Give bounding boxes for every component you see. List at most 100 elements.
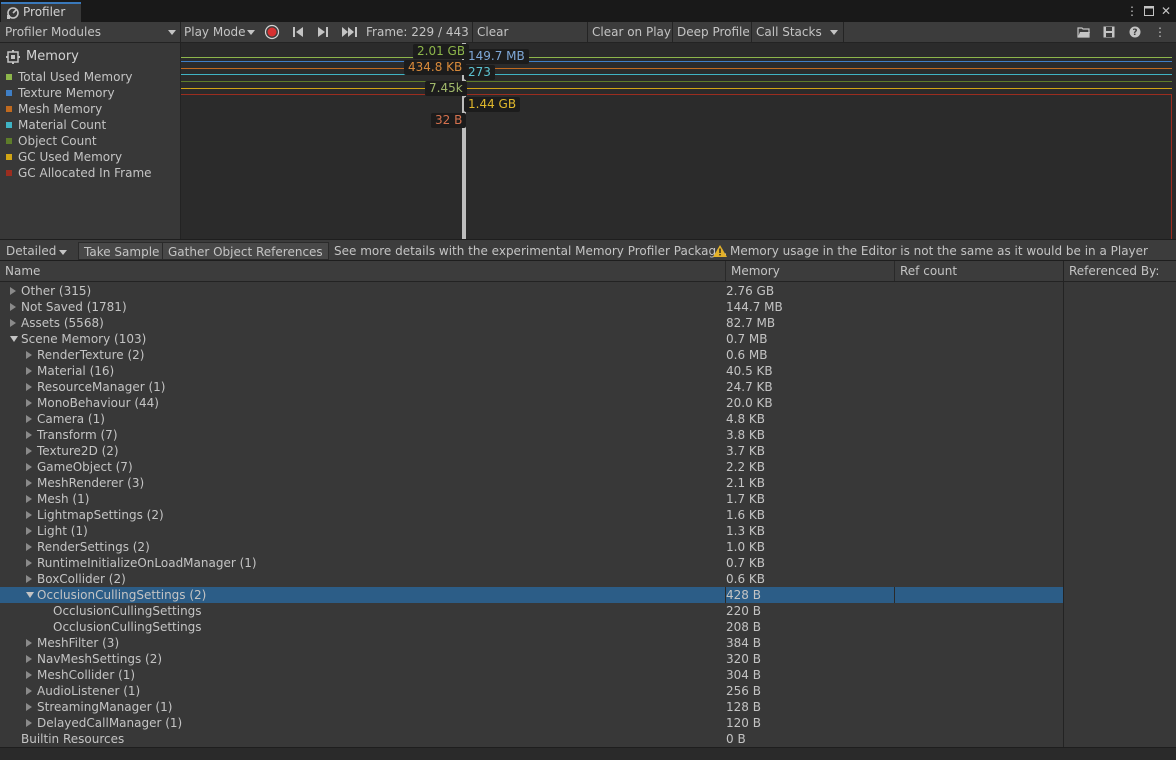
column-header-memory[interactable]: Memory xyxy=(726,261,895,281)
legend-item[interactable]: Total Used Memory xyxy=(6,69,133,85)
play-mode-dropdown[interactable]: Play Mode xyxy=(181,22,259,42)
table-row[interactable]: Not Saved (1781) 144.7 MB xyxy=(0,299,1063,315)
row-memory: 0.7 MB xyxy=(726,332,768,346)
row-memory: 0.7 KB xyxy=(726,556,765,570)
collapsed-arrow-icon[interactable] xyxy=(26,559,32,567)
collapsed-arrow-icon[interactable] xyxy=(26,431,32,439)
view-mode-dropdown[interactable]: Detailed xyxy=(1,242,71,260)
table-row[interactable]: BoxCollider (2) 0.6 KB xyxy=(0,571,1063,587)
collapsed-arrow-icon[interactable] xyxy=(26,527,32,535)
table-row[interactable]: MeshCollider (1) 304 B xyxy=(0,667,1063,683)
last-frame-button[interactable] xyxy=(339,22,361,42)
column-header-ref-count[interactable]: Ref count xyxy=(895,261,1063,281)
memory-graph[interactable]: 2.01 GB 149.7 MB 434.8 KB 273 7.45k 1.44… xyxy=(181,43,1176,239)
close-icon[interactable]: ✕ xyxy=(1158,3,1174,19)
collapsed-arrow-icon[interactable] xyxy=(26,575,32,583)
row-memory: 220 B xyxy=(726,604,761,618)
table-row[interactable]: Other (315) 2.76 GB xyxy=(0,283,1063,299)
call-stacks-dropdown[interactable] xyxy=(824,22,842,42)
collapsed-arrow-icon[interactable] xyxy=(26,687,32,695)
legend-label: Object Count xyxy=(18,134,97,148)
legend-item[interactable]: Object Count xyxy=(6,133,97,149)
expanded-arrow-icon[interactable] xyxy=(10,336,18,342)
save-button[interactable] xyxy=(1100,22,1118,42)
collapsed-arrow-icon[interactable] xyxy=(26,383,32,391)
table-row[interactable]: LightmapSettings (2) 1.6 KB xyxy=(0,507,1063,523)
collapsed-arrow-icon[interactable] xyxy=(26,655,32,663)
memory-tree-table[interactable]: Name Memory Ref count Other (315) 2.76 GB… xyxy=(0,261,1064,747)
table-row[interactable]: GameObject (7) 2.2 KB xyxy=(0,459,1063,475)
clear-button[interactable]: Clear xyxy=(477,22,508,42)
more-options-icon[interactable]: ⋮ xyxy=(1124,3,1140,19)
collapsed-arrow-icon[interactable] xyxy=(26,463,32,471)
table-row[interactable]: Light (1) 1.3 KB xyxy=(0,523,1063,539)
referenced-by-pane[interactable]: Referenced By: xyxy=(1064,261,1176,747)
collapsed-arrow-icon[interactable] xyxy=(26,479,32,487)
table-row[interactable]: Material (16) 40.5 KB xyxy=(0,363,1063,379)
collapsed-arrow-icon[interactable] xyxy=(26,671,32,679)
profiler-tab[interactable]: Profiler xyxy=(1,2,81,22)
clear-on-play-toggle[interactable]: Clear on Play xyxy=(592,22,671,42)
legend-item[interactable]: GC Allocated In Frame xyxy=(6,165,152,181)
collapsed-arrow-icon[interactable] xyxy=(26,703,32,711)
collapsed-arrow-icon[interactable] xyxy=(26,351,32,359)
take-sample-button[interactable]: Take Sample xyxy=(78,242,166,260)
row-memory: 4.8 KB xyxy=(726,412,765,426)
table-row[interactable]: MeshRenderer (3) 2.1 KB xyxy=(0,475,1063,491)
next-frame-icon xyxy=(318,27,328,37)
row-name: Material (16) xyxy=(37,364,115,378)
table-row[interactable]: StreamingManager (1) 128 B xyxy=(0,699,1063,715)
column-header-name[interactable]: Name xyxy=(0,261,726,281)
table-row[interactable]: Mesh (1) 1.7 KB xyxy=(0,491,1063,507)
load-button[interactable] xyxy=(1075,22,1093,42)
legend-item[interactable]: GC Used Memory xyxy=(6,149,122,165)
table-row[interactable]: NavMeshSettings (2) 320 B xyxy=(0,651,1063,667)
table-row[interactable]: Scene Memory (103) 0.7 MB xyxy=(0,331,1063,347)
collapsed-arrow-icon[interactable] xyxy=(26,367,32,375)
call-stacks-toggle[interactable]: Call Stacks xyxy=(756,22,822,42)
table-row[interactable]: Transform (7) 3.8 KB xyxy=(0,427,1063,443)
collapsed-arrow-icon[interactable] xyxy=(26,719,32,727)
table-row[interactable]: Builtin Resources 0 B xyxy=(0,731,1063,747)
table-row[interactable]: MeshFilter (3) 384 B xyxy=(0,635,1063,651)
collapsed-arrow-icon[interactable] xyxy=(26,415,32,423)
gather-object-references-button[interactable]: Gather Object References xyxy=(162,242,329,260)
toolbar-menu-icon[interactable]: ⋮ xyxy=(1152,22,1168,42)
legend-item[interactable]: Texture Memory xyxy=(6,85,115,101)
row-memory: 2.1 KB xyxy=(726,476,765,490)
collapsed-arrow-icon[interactable] xyxy=(26,639,32,647)
collapsed-arrow-icon[interactable] xyxy=(26,447,32,455)
table-row[interactable]: MonoBehaviour (44) 20.0 KB xyxy=(0,395,1063,411)
help-button[interactable]: ? xyxy=(1126,22,1144,42)
collapsed-arrow-icon[interactable] xyxy=(26,495,32,503)
memory-module-pane[interactable]: Memory Total Used Memory Texture Memory Me… xyxy=(0,43,181,239)
collapsed-arrow-icon[interactable] xyxy=(10,303,16,311)
maximize-icon[interactable] xyxy=(1141,3,1157,19)
table-row[interactable]: Texture2D (2) 3.7 KB xyxy=(0,443,1063,459)
table-row[interactable]: OcclusionCullingSettings 220 B xyxy=(0,603,1063,619)
first-frame-button[interactable] xyxy=(289,22,307,42)
table-row[interactable]: RenderTexture (2) 0.6 MB xyxy=(0,347,1063,363)
deep-profile-toggle[interactable]: Deep Profile xyxy=(677,22,750,42)
table-row[interactable]: Camera (1) 4.8 KB xyxy=(0,411,1063,427)
expanded-arrow-icon[interactable] xyxy=(26,592,34,598)
collapsed-arrow-icon[interactable] xyxy=(10,287,16,295)
table-row[interactable]: RenderSettings (2) 1.0 KB xyxy=(0,539,1063,555)
next-frame-button[interactable] xyxy=(314,22,332,42)
legend-item[interactable]: Material Count xyxy=(6,117,106,133)
row-name: MonoBehaviour (44) xyxy=(37,396,159,410)
table-row[interactable]: OcclusionCullingSettings 208 B xyxy=(0,619,1063,635)
table-row[interactable]: Assets (5568) 82.7 MB xyxy=(0,315,1063,331)
collapsed-arrow-icon[interactable] xyxy=(26,543,32,551)
collapsed-arrow-icon[interactable] xyxy=(10,319,16,327)
table-row[interactable]: AudioListener (1) 256 B xyxy=(0,683,1063,699)
profiler-modules-dropdown[interactable]: Profiler Modules xyxy=(0,22,180,42)
collapsed-arrow-icon[interactable] xyxy=(26,511,32,519)
table-row[interactable]: ResourceManager (1) 24.7 KB xyxy=(0,379,1063,395)
record-button[interactable] xyxy=(261,22,283,42)
table-row[interactable]: OcclusionCullingSettings (2) 428 B xyxy=(0,587,1063,603)
table-row[interactable]: DelayedCallManager (1) 120 B xyxy=(0,715,1063,731)
collapsed-arrow-icon[interactable] xyxy=(26,399,32,407)
table-row[interactable]: RuntimeInitializeOnLoadManager (1) 0.7 KB xyxy=(0,555,1063,571)
legend-item[interactable]: Mesh Memory xyxy=(6,101,102,117)
